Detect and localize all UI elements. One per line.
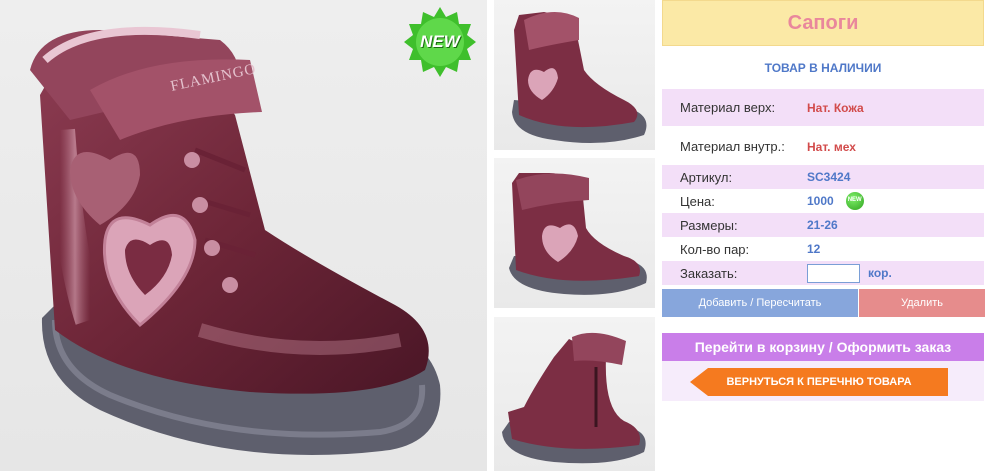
boot-thumb-3 <box>502 332 646 464</box>
thumbnail-side[interactable] <box>494 158 655 308</box>
spec-value: Нат. Кожа <box>807 100 864 115</box>
new-price-icon: NEW <box>845 192 864 210</box>
spec-row-sizes: Размеры: 21-26 <box>662 213 984 237</box>
spec-label: Цена: <box>680 193 715 209</box>
spec-value: 1000 <box>807 194 834 208</box>
thumbnail-inner[interactable] <box>494 317 655 471</box>
boot-thumb-2 <box>509 173 647 295</box>
product-title: Сапоги <box>787 11 859 34</box>
new-price-icon-label: NEW <box>847 197 862 203</box>
spec-row-pairs: Кол-во пар: 12 <box>662 237 984 261</box>
new-badge-label: NEW <box>420 32 460 51</box>
back-to-list-button[interactable]: ВЕРНУТЬСЯ К ПЕРЕЧНЮ ТОВАРА <box>690 368 948 396</box>
order-label: Заказать: <box>680 265 738 281</box>
spec-label: Материал внутр.: <box>680 139 785 154</box>
spec-label: Размеры: <box>680 217 738 233</box>
order-quantity-input[interactable] <box>807 263 860 283</box>
spec-row-article: Артикул: SC3424 <box>662 165 984 189</box>
spec-label: Кол-во пар: <box>680 241 750 257</box>
delete-button[interactable]: Удалить <box>859 289 985 317</box>
spec-row-material-top: Материал верх: Нат. Кожа <box>662 89 984 126</box>
thumbnail-front[interactable] <box>494 0 655 150</box>
new-badge: NEW <box>404 6 476 78</box>
spec-value: 12 <box>807 242 821 256</box>
boot-thumb-1 <box>512 11 647 144</box>
product-title-box: Сапоги <box>662 0 984 46</box>
go-to-cart-button[interactable]: Перейти в корзину / Оформить заказ <box>662 333 984 361</box>
order-unit: кор. <box>868 266 892 280</box>
spec-value: 21-26 <box>807 218 838 232</box>
spec-value: SC3424 <box>807 170 851 184</box>
product-info-panel: Сапоги ТОВАР В НАЛИЧИИ Материал верх: На… <box>662 0 985 471</box>
order-row: Заказать: кор. <box>662 261 984 285</box>
add-recalc-button[interactable]: Добавить / Пересчитать <box>662 289 858 317</box>
spec-value: Нат. мех <box>807 139 856 154</box>
back-button-area: ВЕРНУТЬСЯ К ПЕРЕЧНЮ ТОВАРА <box>662 361 984 401</box>
availability-status: ТОВАР В НАЛИЧИИ <box>764 61 882 75</box>
spec-row-material-inner: Материал внутр.: Нат. мех <box>662 128 984 165</box>
spec-row-price: Цена: 1000 NEW <box>662 189 984 213</box>
spec-label: Артикул: <box>680 169 733 185</box>
spec-label: Материал верх: <box>680 100 776 115</box>
